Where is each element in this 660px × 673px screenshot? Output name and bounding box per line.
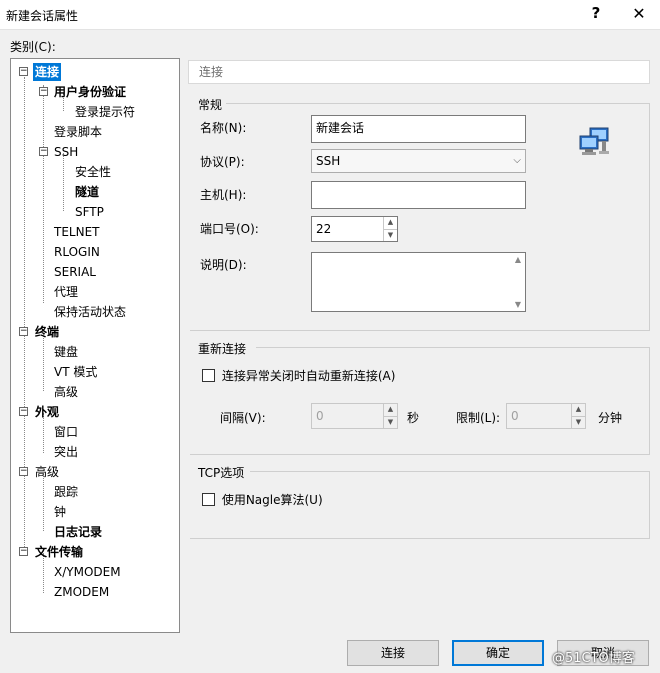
nagle-label: 使用Nagle算法(U) xyxy=(221,493,323,507)
network-computers-icon xyxy=(579,127,609,155)
tree-item-telnet[interactable]: TELNET xyxy=(15,223,102,241)
interval-label: 间隔(V): xyxy=(220,411,266,425)
protocol-label: 协议(P): xyxy=(200,155,245,169)
interval-spinner[interactable]: ▲ ▼ xyxy=(383,404,397,428)
page-breadcrumb: 连接 xyxy=(188,60,650,84)
tree-item-zmodem[interactable]: ZMODEM xyxy=(15,583,111,601)
port-input[interactable]: 22 ▲ ▼ xyxy=(311,216,398,242)
auto-reconnect-label: 连接异常关闭时自动重新连接(A) xyxy=(221,369,396,383)
collapse-icon[interactable]: − xyxy=(39,87,48,96)
tree-item-logging[interactable]: 日志记录 xyxy=(15,523,104,541)
group-divider xyxy=(250,471,650,472)
tree-item-tunnels[interactable]: 隧道 xyxy=(15,183,101,201)
tree-item-rlogin[interactable]: RLOGIN xyxy=(15,243,102,261)
reconnect-group-title: 重新连接 xyxy=(198,342,247,356)
interval-value: 0 xyxy=(316,409,324,423)
spin-up-icon[interactable]: ▲ xyxy=(572,404,585,416)
group-divider xyxy=(226,103,650,104)
tree-item-window[interactable]: 窗口 xyxy=(15,423,80,441)
scroll-down-icon[interactable]: ▼ xyxy=(511,300,525,309)
group-divider xyxy=(190,538,650,539)
tree-item-user-auth[interactable]: − 用户身份验证 xyxy=(15,83,128,101)
tree-item-xymodem[interactable]: X/YMODEM xyxy=(15,563,123,581)
port-value: 22 xyxy=(316,222,332,236)
tree-item-trace[interactable]: 跟踪 xyxy=(15,483,80,501)
group-divider xyxy=(649,471,650,539)
group-divider xyxy=(256,347,650,348)
nagle-checkbox[interactable]: 使用Nagle算法(U) xyxy=(202,492,323,508)
collapse-icon[interactable]: − xyxy=(19,407,28,416)
description-input[interactable]: ▲ ▼ xyxy=(311,252,526,312)
collapse-icon[interactable]: − xyxy=(39,147,48,156)
group-divider xyxy=(649,347,650,455)
protocol-select[interactable]: SSH ⌵ xyxy=(311,149,526,173)
scroll-up-icon[interactable]: ▲ xyxy=(511,255,525,264)
tree-item-highlight[interactable]: 突出 xyxy=(15,443,80,461)
tree-item-terminal-advanced[interactable]: 高级 xyxy=(15,383,80,401)
checkbox-box[interactable] xyxy=(202,493,215,506)
watermark: @51CTO博客 xyxy=(552,651,635,666)
tree-item-proxy[interactable]: 代理 xyxy=(15,283,80,301)
tree-item-login-prompts[interactable]: 登录提示符 xyxy=(15,103,137,121)
checkbox-box[interactable] xyxy=(202,369,215,382)
tree-item-appearance[interactable]: − 外观 xyxy=(15,403,61,421)
interval-input[interactable]: 0 ▲ ▼ xyxy=(311,403,398,429)
tree-item-connection[interactable]: − 连接 xyxy=(15,63,62,81)
collapse-icon[interactable]: − xyxy=(19,467,28,476)
limit-unit: 分钟 xyxy=(598,411,623,425)
tree-item-keyboard[interactable]: 键盘 xyxy=(15,343,80,361)
tree-item-sftp[interactable]: SFTP xyxy=(15,203,106,221)
tree-item-serial[interactable]: SERIAL xyxy=(15,263,98,281)
connect-button[interactable]: 连接 xyxy=(347,640,439,666)
tree-item-keepalive[interactable]: 保持活动状态 xyxy=(15,303,128,321)
close-button[interactable]: ✕ xyxy=(628,4,650,23)
spin-down-icon[interactable]: ▼ xyxy=(572,416,585,428)
host-label: 主机(H): xyxy=(200,188,247,202)
tree-item-advanced[interactable]: − 高级 xyxy=(15,463,61,481)
interval-unit: 秒 xyxy=(407,411,420,425)
category-tree[interactable]: − 连接 − 用户身份验证 登录提示符 登录脚本 − SSH 安全性 隧道 SF… xyxy=(10,58,180,633)
general-group-title: 常规 xyxy=(198,98,223,112)
spin-down-icon[interactable]: ▼ xyxy=(384,416,397,428)
group-divider xyxy=(649,103,650,331)
port-spinner[interactable]: ▲ ▼ xyxy=(383,217,397,241)
ok-button[interactable]: 确定 xyxy=(452,640,544,666)
auto-reconnect-checkbox[interactable]: 连接异常关闭时自动重新连接(A) xyxy=(202,368,395,384)
category-label: 类别(C): xyxy=(10,40,56,54)
tree-item-ssh[interactable]: − SSH xyxy=(15,143,80,161)
tree-item-security[interactable]: 安全性 xyxy=(15,163,113,181)
tree-item-file-transfer[interactable]: − 文件传输 xyxy=(15,543,85,561)
collapse-icon[interactable]: − xyxy=(19,547,28,556)
limit-value: 0 xyxy=(511,409,519,423)
limit-label: 限制(L): xyxy=(456,411,501,425)
limit-input[interactable]: 0 ▲ ▼ xyxy=(506,403,586,429)
tree-item-vt-modes[interactable]: VT 模式 xyxy=(15,363,99,381)
tree-item-terminal[interactable]: − 终端 xyxy=(15,323,61,341)
spin-up-icon[interactable]: ▲ xyxy=(384,217,397,229)
title-bar: 新建会话属性 ? ✕ xyxy=(0,0,660,30)
collapse-icon[interactable]: − xyxy=(19,67,28,76)
tcp-group-title: TCP选项 xyxy=(198,466,245,480)
port-label: 端口号(O): xyxy=(200,222,259,236)
name-input[interactable]: 新建会话 xyxy=(311,115,526,143)
limit-spinner[interactable]: ▲ ▼ xyxy=(571,404,585,428)
tree-item-login-script[interactable]: 登录脚本 xyxy=(15,123,104,141)
chevron-down-icon: ⌵ xyxy=(513,155,521,166)
collapse-icon[interactable]: − xyxy=(19,327,28,336)
description-scrollbar[interactable]: ▲ ▼ xyxy=(511,253,525,311)
host-input[interactable] xyxy=(311,181,526,209)
help-button[interactable]: ? xyxy=(585,4,607,22)
spin-up-icon[interactable]: ▲ xyxy=(384,404,397,416)
group-divider xyxy=(190,454,650,455)
protocol-value: SSH xyxy=(316,154,341,168)
tree-item-bell[interactable]: 钟 xyxy=(15,503,68,521)
description-label: 说明(D): xyxy=(200,258,247,272)
name-label: 名称(N): xyxy=(200,121,247,135)
group-divider xyxy=(190,330,650,331)
spin-down-icon[interactable]: ▼ xyxy=(384,229,397,241)
window-title: 新建会话属性 xyxy=(6,9,79,23)
